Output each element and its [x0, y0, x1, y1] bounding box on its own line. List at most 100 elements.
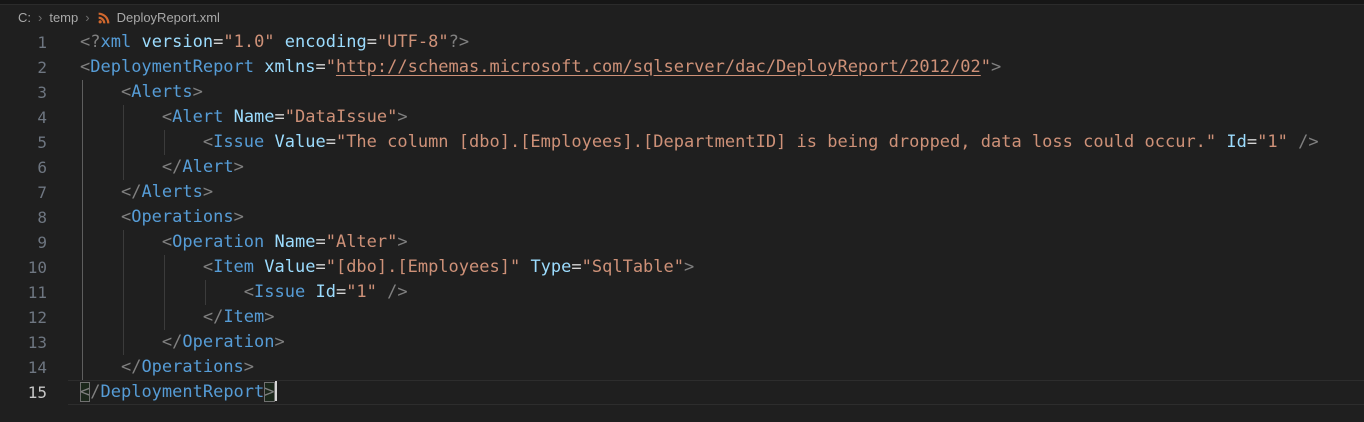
code-content: <?xml version="1.0" encoding="UTF-8"?> — [68, 30, 1364, 55]
code-token: > — [397, 107, 407, 127]
code-token: " — [326, 57, 336, 77]
code-token — [264, 232, 274, 252]
indent-guide — [82, 280, 83, 305]
code-token: xmlns — [264, 57, 315, 77]
code-line[interactable]: 10 <Item Value="[dbo].[Employees]" Type=… — [0, 255, 1364, 280]
indent-guide — [82, 255, 83, 280]
breadcrumb-segment-drive[interactable]: C: — [18, 10, 31, 25]
code-token: Item — [223, 307, 264, 327]
code-line[interactable]: 14 </Operations> — [0, 355, 1364, 380]
indent-guide — [123, 130, 124, 155]
code-token: "1" — [1257, 132, 1288, 152]
code-token — [80, 307, 203, 327]
gutter-line-number[interactable]: 10 — [0, 255, 47, 280]
code-token — [305, 282, 315, 302]
code-line[interactable]: 13 </Operation> — [0, 330, 1364, 355]
gutter-line-number[interactable]: 4 — [0, 105, 47, 130]
code-token: > — [991, 57, 1001, 77]
code-token — [80, 132, 203, 152]
code-content: <Issue Id="1" /> — [68, 280, 1364, 305]
code-line[interactable]: 3 <Alerts> — [0, 80, 1364, 105]
code-token: > — [193, 82, 203, 102]
code-token: < — [244, 282, 254, 302]
code-content: <Issue Value="The column [dbo].[Employee… — [68, 130, 1364, 155]
code-token: < — [80, 57, 90, 77]
code-token: " — [981, 57, 991, 77]
code-line[interactable]: 9 <Operation Name="Alter"> — [0, 230, 1364, 255]
code-token: Alerts — [131, 82, 192, 102]
breadcrumb: C: › temp › DeployReport.xml — [0, 5, 1364, 30]
gutter-line-number[interactable]: 11 — [0, 280, 47, 305]
gutter-line-number[interactable]: 14 — [0, 355, 47, 380]
breadcrumb-file[interactable]: DeployReport.xml — [117, 10, 220, 25]
code-token: Alerts — [141, 182, 202, 202]
code-token — [377, 282, 387, 302]
indent-guide — [123, 305, 124, 330]
code-token: encoding — [285, 32, 367, 52]
code-token: /> — [1298, 132, 1318, 152]
gutter-line-number[interactable]: 8 — [0, 205, 47, 230]
gutter-line-number[interactable]: 1 — [0, 30, 47, 55]
indent-guide — [164, 305, 165, 330]
code-token: = — [275, 107, 285, 127]
code-content: </Alerts> — [68, 180, 1364, 205]
code-token — [520, 257, 530, 277]
code-line[interactable]: 15 </DeploymentReport> — [0, 380, 1364, 405]
code-token: = — [367, 32, 377, 52]
indent-guide — [164, 130, 165, 155]
code-token: < — [121, 82, 131, 102]
code-line[interactable]: 1<?xml version="1.0" encoding="UTF-8"?> — [0, 30, 1364, 55]
code-content: <Operation Name="Alter"> — [68, 230, 1364, 255]
gutter-line-number[interactable]: 13 — [0, 330, 47, 355]
indent-guide — [82, 355, 83, 380]
code-line[interactable]: 7 </Alerts> — [0, 180, 1364, 205]
indent-guide — [82, 205, 83, 230]
gutter-line-number[interactable]: 2 — [0, 55, 47, 80]
indent-guide — [82, 305, 83, 330]
code-token: > — [275, 332, 285, 352]
code-token: Id — [1226, 132, 1246, 152]
gutter-line-number[interactable]: 9 — [0, 230, 47, 255]
code-token: Issue — [254, 282, 305, 302]
code-line[interactable]: 8 <Operations> — [0, 205, 1364, 230]
gutter-line-number[interactable]: 15 — [0, 380, 47, 405]
code-line[interactable]: 6 </Alert> — [0, 155, 1364, 180]
code-token: < — [203, 132, 213, 152]
code-line[interactable]: 12 </Item> — [0, 305, 1364, 330]
gutter-line-number[interactable]: 5 — [0, 130, 47, 155]
chevron-right-icon: › — [38, 11, 42, 24]
gutter-line-number[interactable]: 7 — [0, 180, 47, 205]
code-token: > — [234, 157, 244, 177]
code-content: </Item> — [68, 305, 1364, 330]
code-token — [80, 357, 121, 377]
code-line[interactable]: 5 <Issue Value="The column [dbo].[Employ… — [0, 130, 1364, 155]
code-content: <Alerts> — [68, 80, 1364, 105]
indent-guide — [164, 255, 165, 280]
gutter-line-number[interactable]: 12 — [0, 305, 47, 330]
code-line[interactable]: 2 <DeploymentReport xmlns="http://schemas… — [0, 55, 1364, 80]
code-content: </DeploymentReport> — [68, 380, 1364, 405]
code-token: Name — [275, 232, 316, 252]
code-token: </ — [162, 332, 182, 352]
indent-guide — [123, 105, 124, 130]
gutter-line-number[interactable]: 6 — [0, 155, 47, 180]
code-content: </Alert> — [68, 155, 1364, 180]
code-token: Name — [234, 107, 275, 127]
code-token: "The column [dbo].[Employees].[Departmen… — [336, 132, 1216, 152]
code-line[interactable]: 4 <Alert Name="DataIssue"> — [0, 105, 1364, 130]
editor[interactable]: 1<?xml version="1.0" encoding="UTF-8"?>2… — [0, 30, 1364, 405]
code-token: "[dbo].[Employees]" — [326, 257, 520, 277]
code-token: > — [244, 357, 254, 377]
code-token: "SqlTable" — [582, 257, 684, 277]
code-line[interactable]: 11 <Issue Id="1" /> — [0, 280, 1364, 305]
bracket-match: < — [80, 382, 90, 402]
code-token: "1.0" — [223, 32, 274, 52]
code-content: <DeploymentReport xmlns="http://schemas.… — [68, 55, 1364, 80]
code-token: Id — [315, 282, 335, 302]
breadcrumb-segment-folder[interactable]: temp — [49, 10, 78, 25]
code-token — [80, 282, 244, 302]
code-token — [80, 157, 162, 177]
code-token — [80, 332, 162, 352]
indent-guide — [82, 155, 83, 180]
gutter-line-number[interactable]: 3 — [0, 80, 47, 105]
